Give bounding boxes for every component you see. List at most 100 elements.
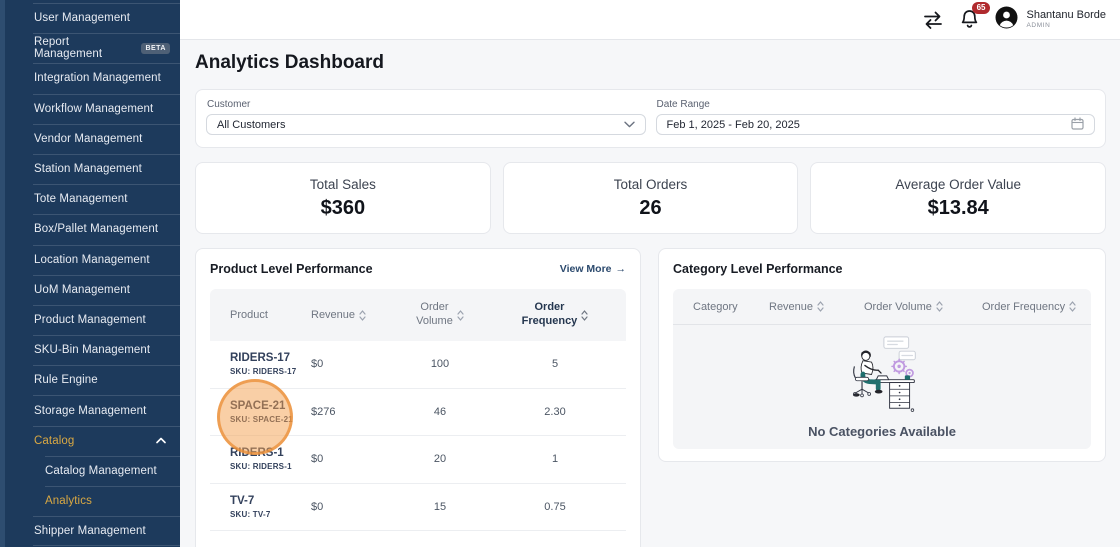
date-range-input[interactable]: Feb 1, 2025 - Feb 20, 2025 [656, 114, 1096, 135]
filters-card: Customer All Customers Date Range Feb 1,… [195, 89, 1106, 148]
product-name: TV-7 [230, 495, 311, 507]
sidebar-item-label: Location Management [34, 254, 150, 266]
customer-select[interactable]: All Customers [206, 114, 646, 135]
sidebar-item-vendor-management[interactable]: Vendor Management [0, 124, 180, 154]
transfer-arrows-icon[interactable] [922, 10, 944, 30]
category-performance-title: Category Level Performance [673, 262, 843, 276]
stat-card-average-order-value: Average Order Value $13.84 [810, 162, 1106, 234]
stat-card-total-orders: Total Orders 26 [503, 162, 799, 234]
column-header-revenue[interactable]: Revenue [311, 309, 396, 321]
revenue-cell: $276 [311, 406, 396, 418]
sidebar-item-uom-management[interactable]: UoM Management [0, 275, 180, 305]
order-frequency-cell: 0.75 [484, 501, 626, 513]
sort-icon [581, 310, 588, 321]
sidebar-item-storage-management[interactable]: Storage Management [0, 395, 180, 425]
sidebar-item-label: Box/Pallet Management [34, 223, 158, 235]
product-name: SPACE-21 [230, 400, 311, 412]
stat-label: Average Order Value [895, 177, 1021, 192]
sidebar-item-label: Vendor Management [34, 133, 142, 145]
beta-badge: BETA [141, 43, 170, 54]
order-volume-cell: 46 [396, 406, 484, 418]
sidebar-item-label: UoM Management [34, 284, 130, 296]
sidebar-item-label: Shipper Management [34, 525, 146, 537]
user-menu[interactable]: Shantanu Borde ADMIN [995, 6, 1106, 34]
sidebar-item-label: Rule Engine [34, 374, 98, 386]
stat-value: 26 [639, 197, 661, 220]
category-table-header: Category Revenue Order Volume [673, 289, 1091, 325]
order-volume-cell: 15 [396, 501, 484, 513]
sidebar-item-label: Tote Management [34, 193, 128, 205]
sidebar-item-rule-engine[interactable]: Rule Engine [0, 365, 180, 395]
stat-value: $360 [321, 197, 366, 220]
product-performance-panel: Product Level Performance View More → Pr… [195, 248, 641, 547]
stat-card-total-sales: Total Sales $360 [195, 162, 491, 234]
sort-icon [457, 310, 464, 321]
empty-state: No Categories Available [673, 325, 1091, 449]
sidebar-item-label: User Management [34, 12, 130, 24]
notification-bell-icon[interactable]: 65 [960, 9, 979, 30]
main-content: Analytics Dashboard Customer All Custome… [180, 40, 1120, 547]
product-sku: SKU: TV-7 [230, 510, 311, 519]
table-row[interactable]: SPACE-2 [210, 531, 626, 547]
avatar [995, 6, 1018, 34]
product-sku: SKU: RIDERS-1 [230, 462, 311, 471]
notification-count-badge: 65 [972, 2, 991, 14]
revenue-cell: $0 [311, 358, 396, 370]
sidebar-item-analytics[interactable]: Analytics [0, 486, 180, 516]
stat-label: Total Orders [614, 177, 688, 192]
column-header-revenue[interactable]: Revenue [769, 301, 864, 313]
table-row[interactable]: RIDERS-17 SKU: RIDERS-17 $0 100 5 [210, 341, 626, 389]
column-header-category: Category [673, 301, 769, 313]
sidebar-item-label: Integration Management [34, 72, 161, 84]
order-frequency-cell: 5 [484, 358, 626, 370]
product-name: RIDERS-1 [230, 447, 311, 459]
column-header-order-frequency[interactable]: Order Frequency [982, 301, 1091, 313]
sidebar-item-label: Report Management [34, 36, 135, 60]
sidebar-item-integration-management[interactable]: Integration Management [0, 63, 180, 93]
chevron-up-icon [156, 437, 166, 444]
sidebar-item-label: Analytics [45, 495, 92, 507]
product-sku: SKU: RIDERS-17 [230, 367, 311, 376]
sort-icon [359, 310, 366, 321]
table-row[interactable]: RIDERS-1 SKU: RIDERS-1 $0 20 1 [210, 436, 626, 484]
sidebar-item-sku-bin-management[interactable]: SKU-Bin Management [0, 335, 180, 365]
sidebar-item-location-management[interactable]: Location Management [0, 245, 180, 275]
sidebar-item-workflow-management[interactable]: Workflow Management [0, 94, 180, 124]
product-name: RIDERS-17 [230, 352, 311, 364]
table-row[interactable]: SPACE-21 SKU: SPACE-21 $276 46 2.30 [210, 389, 626, 437]
order-volume-cell: 100 [396, 358, 484, 370]
view-more-link[interactable]: View More → [560, 263, 626, 275]
sidebar-item-shipper-management[interactable]: Shipper Management [0, 516, 180, 546]
product-performance-title: Product Level Performance [210, 262, 373, 276]
order-volume-cell: 20 [396, 453, 484, 465]
empty-state-text: No Categories Available [808, 424, 956, 439]
user-role: ADMIN [1026, 22, 1106, 30]
sidebar-item-product-management[interactable]: Product Management [0, 305, 180, 335]
sidebar-item-report-management[interactable]: Report Management BETA [0, 33, 180, 63]
sidebar: User Management Report Management BETA I… [0, 0, 180, 547]
sort-icon [936, 301, 943, 312]
sidebar-item-user-management[interactable]: User Management [0, 3, 180, 33]
table-row[interactable]: TV-7 SKU: TV-7 $0 15 0.75 [210, 484, 626, 532]
sort-icon [817, 301, 824, 312]
sort-icon [1069, 301, 1076, 312]
column-header-order-volume[interactable]: Order Volume [864, 301, 982, 313]
customer-label: Customer [207, 99, 646, 110]
stat-label: Total Sales [310, 177, 376, 192]
chevron-down-icon [624, 119, 635, 131]
sidebar-item-station-management[interactable]: Station Management [0, 154, 180, 184]
sidebar-item-label: SKU-Bin Management [34, 344, 150, 356]
sidebar-item-box-pallet-management[interactable]: Box/Pallet Management [0, 214, 180, 244]
sidebar-item-catalog[interactable]: Catalog [0, 426, 180, 456]
column-header-product: Product [210, 309, 311, 321]
sidebar-item-catalog-management[interactable]: Catalog Management [0, 456, 180, 486]
category-performance-panel: Category Level Performance Category Reve… [658, 248, 1106, 462]
sidebar-item-tote-management[interactable]: Tote Management [0, 184, 180, 214]
calendar-icon [1071, 117, 1084, 133]
product-table-header: Product Revenue OrderVolume [210, 289, 626, 341]
product-sku: SKU: SPACE-21 [230, 415, 311, 424]
date-range-label: Date Range [657, 99, 1096, 110]
column-header-order-frequency[interactable]: OrderFrequency [484, 301, 626, 329]
stat-value: $13.84 [928, 197, 989, 220]
column-header-order-volume[interactable]: OrderVolume [396, 301, 484, 329]
